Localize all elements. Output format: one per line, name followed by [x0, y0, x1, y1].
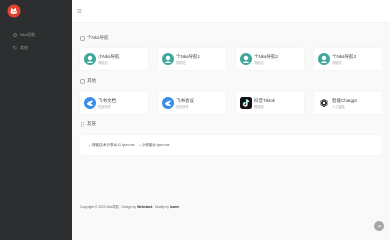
friend-link[interactable]: 小博客@.lyon.me: [138, 143, 170, 148]
section-title-other: 其他: [80, 78, 96, 84]
friend-link[interactable]: 博客技术分享@11.lyon.me: [89, 143, 135, 148]
link-icon: [81, 121, 84, 126]
sidebar-item-other[interactable]: 其他: [13, 44, 65, 51]
site-card-nka-nav-2[interactable]: 个Nka导航2 导航站: [236, 48, 304, 70]
robot-icon: [162, 53, 174, 65]
card-description: 在线协作: [98, 104, 111, 109]
footer-design-prefix: Design by: [121, 204, 137, 209]
footer-modify-prefix: Modify by: [154, 204, 169, 209]
footer-webstack-link[interactable]: Webstack: [137, 205, 152, 209]
sidebar-item-label: Nka导航: [20, 32, 36, 37]
card-title: 抖音Tiktok: [254, 98, 275, 103]
robot-icon: [240, 53, 252, 65]
openai-icon: [318, 97, 330, 109]
card-description: 导航站: [254, 60, 264, 65]
card-description: 导航站: [176, 60, 186, 65]
footer-author-link[interactable]: lowen: [170, 205, 179, 209]
robot-icon: [84, 53, 96, 65]
site-card-nka-nav-1[interactable]: 个Nka导航1 导航站: [158, 48, 226, 70]
feishu-bird-icon: [162, 97, 174, 109]
compass-icon: [13, 32, 17, 37]
arrow-up-icon: [377, 224, 381, 228]
card-title: 个Nka导航3: [332, 54, 357, 59]
sidebar-item-label: 其他: [20, 45, 28, 50]
feishu-bird-icon: [84, 97, 96, 109]
card-description: 短视频: [254, 104, 264, 109]
section-title-text: 其他: [87, 78, 96, 83]
footer: Copyright © 2023 Nka导航 Design by Webstac…: [80, 205, 179, 210]
folder-icon: [80, 36, 85, 40]
card-description: 导航站: [98, 60, 108, 65]
card-description: 人工智能: [332, 104, 345, 109]
top-header: [72, 0, 390, 22]
card-title: 小Nka导航: [98, 54, 120, 59]
card-title: 智能Chatgpt: [332, 98, 357, 103]
section-title-text: 个Nka导航: [87, 35, 109, 40]
card-title: 个Nka导航1: [176, 54, 201, 59]
site-card-tiktok[interactable]: 抖音Tiktok 短视频: [236, 92, 304, 114]
footer-copyright: Copyright © 2023 Nka导航: [80, 204, 120, 209]
back-to-top-button[interactable]: [374, 221, 384, 231]
site-card-feishu-meeting[interactable]: 飞书会议 在线协作: [158, 92, 226, 114]
card-description: 在线协作: [176, 104, 189, 109]
card-title: 个Nka导航2: [254, 54, 279, 59]
section-title-text: 友链: [87, 121, 96, 126]
tag-icon: [13, 45, 17, 50]
section-title-friend-links: 友链: [80, 121, 96, 127]
site-card-feishu-docs[interactable]: 飞书文档 在线协作: [80, 92, 148, 114]
site-card-nka-nav-3[interactable]: 个Nka导航3 导航站: [314, 48, 382, 70]
section-title-nka-nav: 个Nka导航: [80, 35, 109, 41]
sidebar: Nka导航 其他: [0, 0, 72, 240]
friend-links-box: 博客技术分享@11.lyon.me 小博客@.lyon.me: [80, 135, 382, 155]
menu-icon[interactable]: [77, 8, 82, 14]
tiktok-icon: [240, 97, 252, 109]
card-description: 导航站: [332, 60, 342, 65]
fox-logo-icon[interactable]: [7, 4, 21, 18]
robot-icon: [318, 53, 330, 65]
card-title: 飞书文档: [98, 98, 116, 103]
card-title: 飞书会议: [176, 98, 194, 103]
sidebar-item-nka-nav[interactable]: Nka导航: [13, 31, 65, 38]
site-card-nka-nav[interactable]: 小Nka导航 导航站: [80, 48, 148, 70]
site-card-chatgpt[interactable]: 智能Chatgpt 人工智能: [314, 92, 382, 114]
folder-icon: [80, 79, 85, 83]
